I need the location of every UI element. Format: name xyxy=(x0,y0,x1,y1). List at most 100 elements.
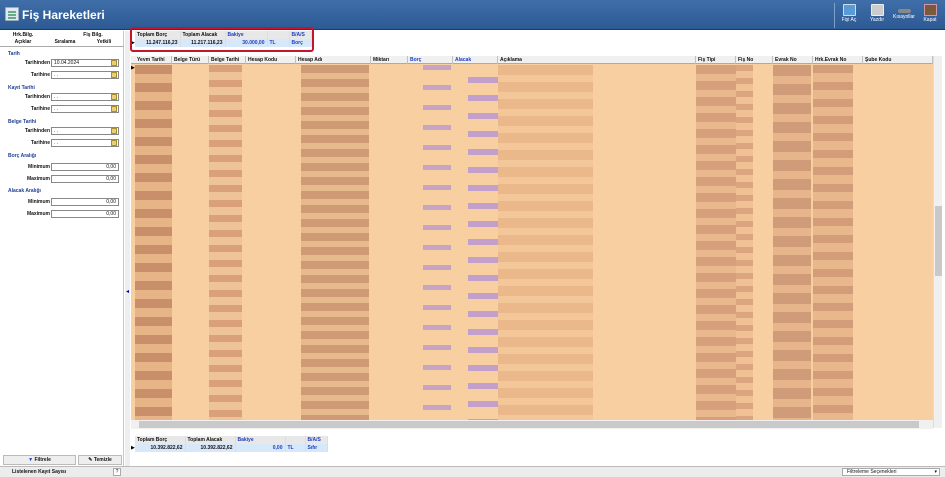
col-alacak[interactable]: Alacak xyxy=(453,56,498,64)
sum-bottom-bas: Sıfır xyxy=(305,444,328,452)
col-yevm-tarihi[interactable]: Yevm Tarihi xyxy=(135,56,172,64)
vertical-scroll-thumb[interactable] xyxy=(935,206,942,276)
col-hesap-kodu[interactable]: Hesap Kodu xyxy=(246,56,296,64)
credit-range-section: Alacak Aralığı xyxy=(8,188,41,194)
bottom-row-pointer-icon: ▶ xyxy=(131,445,135,451)
close-button[interactable]: Kapat xyxy=(920,2,940,29)
col-fis-tipi[interactable]: Fiş Tipi xyxy=(696,56,736,64)
blurred-column xyxy=(696,65,736,420)
chevron-down-icon: ▾ xyxy=(934,469,937,475)
tab-fis-bilg[interactable]: Fiş Bilg. xyxy=(73,32,113,38)
document-to-input[interactable]: . . xyxy=(51,139,119,147)
col-hesap-adi[interactable]: Hesap Adı xyxy=(296,56,371,64)
tab-yetkili[interactable]: Yetkili xyxy=(84,39,124,45)
sum-bottom-bakiye: 0,00 xyxy=(235,444,286,452)
debit-max-label: Maximum xyxy=(26,176,50,182)
door-icon xyxy=(923,4,937,16)
printer-icon xyxy=(870,4,884,16)
calendar-icon[interactable] xyxy=(111,94,117,100)
filter-options-dropdown[interactable]: Filtreleme Seçenekleri ▾ xyxy=(842,468,940,476)
record-from-label: Tarihinden xyxy=(24,94,50,100)
shortcuts-button[interactable]: Kısayollar xyxy=(890,2,918,29)
date-section: Tarih xyxy=(8,51,20,57)
horizontal-scroll-thumb[interactable] xyxy=(139,421,919,428)
record-count-label: Listelenen Kayıt Sayısı xyxy=(12,469,67,475)
record-from-input[interactable]: . . xyxy=(51,93,119,101)
filter-tabs: Hrk.Bilg. Fiş Bilg. Açıklar Sıralama Yet… xyxy=(0,31,124,47)
blurred-column xyxy=(813,65,853,420)
blurred-column xyxy=(301,65,369,420)
col-fis-no[interactable]: Fiş No xyxy=(736,56,773,64)
date-from-input[interactable]: 10.04.2024 xyxy=(51,59,119,67)
filter-panel: Hrk.Bilg. Fiş Bilg. Açıklar Sıralama Yet… xyxy=(0,31,124,466)
clear-button[interactable]: ✎ Temizle xyxy=(78,455,122,465)
window-title: Fiş Hareketleri xyxy=(22,8,105,22)
sum-bottom-currency: TL xyxy=(285,444,306,452)
sum-bottom-header-blank xyxy=(285,436,306,444)
record-to-label: Tarihine xyxy=(30,106,50,112)
debit-range-section: Borç Aralığı xyxy=(8,153,37,159)
highlight-box xyxy=(130,27,314,52)
blurred-column xyxy=(498,65,593,420)
document-to-label: Tarihine xyxy=(30,140,50,146)
sum-bottom-header-alacak: Toplam Alacak xyxy=(185,436,236,444)
tab-aciklar[interactable]: Açıklar xyxy=(3,39,43,45)
filter-button[interactable]: ▼ Filtrele xyxy=(3,455,76,465)
col-aciklama[interactable]: Açıklama xyxy=(498,56,696,64)
document-date-section: Belge Tarihi xyxy=(8,119,37,125)
ledger-icon xyxy=(5,7,19,21)
credit-max-label: Maximum xyxy=(26,211,50,217)
debit-min-input[interactable]: 0,00 xyxy=(51,163,119,171)
document-from-input[interactable]: . . xyxy=(51,127,119,135)
transactions-grid[interactable]: Yevm Tarihi Belge Türü Belge Tarihi Hesa… xyxy=(131,56,933,420)
status-bar: Listelenen Kayıt Sayısı ? Filtreleme Seç… xyxy=(0,466,945,477)
credit-min-label: Minimum xyxy=(28,199,50,205)
summary-bottom: Toplam Borç Toplam Alacak Bakiye B/A/S 1… xyxy=(135,436,328,452)
horizontal-scrollbar[interactable] xyxy=(131,420,933,429)
blurred-column xyxy=(773,65,811,420)
date-to-label: Tarihine xyxy=(30,72,50,78)
print-button[interactable]: Yazdır xyxy=(866,2,888,29)
sum-bottom-borc: 10.392.822,62 xyxy=(135,444,186,452)
debit-min-label: Minimum xyxy=(28,164,50,170)
grid-header: Yevm Tarihi Belge Türü Belge Tarihi Hesa… xyxy=(131,56,933,64)
open-voucher-icon xyxy=(842,4,856,16)
credit-min-input[interactable]: 0,00 xyxy=(51,198,119,206)
date-to-input[interactable]: . . xyxy=(51,71,119,79)
tab-siralama[interactable]: Sıralama xyxy=(45,39,85,45)
blurred-column xyxy=(423,65,451,420)
collapse-grip-icon[interactable]: ◂ xyxy=(126,288,129,298)
key-icon xyxy=(897,9,911,13)
sum-bottom-header-bakiye: Bakiye xyxy=(235,436,286,444)
blurred-column xyxy=(135,65,172,420)
record-date-section: Kayıt Tarihi xyxy=(8,85,35,91)
col-hrk-evrak-no[interactable]: Hrk.Evrak No xyxy=(813,56,863,64)
calendar-icon[interactable] xyxy=(111,128,117,134)
sum-bottom-alacak: 10.392.822,62 xyxy=(185,444,236,452)
col-borc[interactable]: Borç xyxy=(408,56,453,64)
tab-hrk-bilg[interactable]: Hrk.Bilg. xyxy=(3,32,43,38)
col-evrak-no[interactable]: Evrak No xyxy=(773,56,813,64)
vertical-scrollbar[interactable] xyxy=(933,56,942,428)
calendar-icon[interactable] xyxy=(111,60,117,66)
debit-max-input[interactable]: 0,00 xyxy=(51,175,119,183)
help-button[interactable]: ? xyxy=(113,468,121,476)
title-bar: Fiş Hareketleri Fişi Aç Yazdır Kısayolla… xyxy=(0,0,945,30)
sum-bottom-header-bas: B/A/S xyxy=(305,436,328,444)
col-belge-turu[interactable]: Belge Türü xyxy=(172,56,209,64)
blurred-column xyxy=(736,65,753,420)
credit-max-input[interactable]: 0,00 xyxy=(51,210,119,218)
calendar-icon[interactable] xyxy=(111,72,117,78)
document-from-label: Tarihinden xyxy=(24,128,50,134)
col-belge-tarihi[interactable]: Belge Tarihi xyxy=(209,56,246,64)
col-miktari[interactable]: Miktarı xyxy=(371,56,408,64)
blurred-column xyxy=(209,65,242,420)
record-to-input[interactable]: . . xyxy=(51,105,119,113)
date-from-label: Tarihinden xyxy=(24,60,50,66)
col-sube-kodu[interactable]: Şube Kodu xyxy=(863,56,933,64)
open-voucher-button[interactable]: Fişi Aç xyxy=(838,2,860,29)
blurred-column xyxy=(468,65,498,420)
calendar-icon[interactable] xyxy=(111,140,117,146)
calendar-icon[interactable] xyxy=(111,106,117,112)
panel-splitter[interactable] xyxy=(125,31,130,466)
